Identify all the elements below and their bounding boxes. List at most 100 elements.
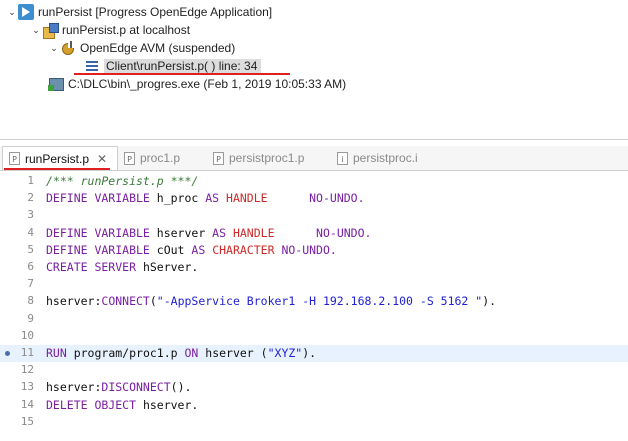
launch-label: runPersist [Progress OpenEdge Applicatio… (38, 5, 273, 19)
code-text: DELETE OBJECT hserver. (46, 398, 198, 412)
process-label: C:\DLC\bin\_progres.exe (Feb 1, 2019 10:… (68, 77, 347, 91)
code-token: HANDLE (226, 225, 275, 240)
code-token: RUN (46, 346, 67, 360)
line-number: 11 (20, 346, 34, 359)
line-number: 9 (27, 311, 34, 325)
tree-process-row[interactable]: C:\DLC\bin\_progres.exe (Feb 1, 2019 10:… (48, 75, 346, 93)
code-line[interactable]: 12 (0, 362, 628, 379)
line-number: 8 (27, 294, 34, 308)
code-token: hserver ( (198, 346, 268, 360)
code-token: (). (170, 380, 192, 395)
code-token: CHARACTER (205, 242, 275, 257)
code-text: /*** runPersist.p ***/ (46, 174, 198, 188)
tree-avm-row[interactable]: ⌄ OpenEdge AVM (suspended) (48, 39, 235, 57)
code-line[interactable]: 10 (0, 328, 628, 345)
code-token: NO-UNDO. (316, 225, 372, 240)
annotation-underline (4, 168, 110, 170)
suspended-thread-icon (60, 40, 76, 56)
code-token: cOut (149, 242, 192, 257)
tab-label: persistproc1.p (229, 151, 305, 165)
code-token: hserver (149, 225, 213, 240)
line-number: 12 (20, 363, 34, 377)
code-token: hServer. (136, 260, 199, 274)
code-text: RUN program/proc1.p ON hserver ("XYZ"). (46, 346, 316, 360)
code-line[interactable]: 15 (0, 414, 628, 431)
code-text: hserver:CONNECT("-AppService Broker1 -H … (46, 294, 496, 308)
progress-file-icon: P (124, 151, 135, 165)
code-line[interactable]: 14 DELETE OBJECT hserver. (0, 397, 628, 414)
code-token: DEFINE VARIABLE (46, 242, 150, 257)
launch-icon (18, 4, 34, 20)
code-token: AS (205, 191, 220, 206)
process-icon (48, 76, 64, 92)
code-token: hserver. (136, 397, 199, 412)
tab-runpersist[interactable]: P runPersist.p ✕ (2, 146, 118, 170)
code-line[interactable]: 6 CREATE SERVER hServer. (0, 259, 628, 276)
code-token: ). (302, 346, 317, 360)
tab-label: persistproc.i (353, 151, 418, 165)
close-icon[interactable]: ✕ (97, 152, 107, 166)
line-number: 10 (20, 328, 34, 342)
code-token: hserver: (46, 294, 102, 309)
code-token: ( (149, 294, 157, 309)
code-token: DEFINE VARIABLE (46, 191, 150, 206)
tab-label: proc1.p (140, 151, 181, 165)
line-number: 5 (27, 242, 34, 256)
debug-target-icon (42, 22, 59, 39)
code-line[interactable]: 8 hserver:CONNECT("-AppService Broker1 -H… (0, 293, 628, 310)
code-text: DEFINE VARIABLE cOut AS CHARACTER NO-UND… (46, 243, 337, 257)
code-text: hserver:DISCONNECT(). (46, 380, 191, 394)
code-line[interactable]: 3 (0, 207, 628, 224)
code-token: CREATE SERVER (46, 260, 137, 274)
code-token: /*** runPersist.p ***/ (46, 174, 199, 188)
code-token: DEFINE VARIABLE (46, 225, 150, 240)
code-line[interactable]: 4 DEFINE VARIABLE hserver AS HANDLE NO-UN… (0, 225, 628, 242)
code-token: DELETE OBJECT (46, 397, 137, 412)
code-token: HANDLE (219, 191, 268, 206)
code-editor[interactable]: 1 /*** runPersist.p ***/ 2 DEFINE VARIABLE … (0, 171, 628, 441)
line-number: 14 (20, 397, 34, 411)
code-token: "XYZ" (267, 346, 303, 360)
code-token: h_proc (149, 191, 206, 206)
code-line[interactable]: 5 DEFINE VARIABLE cOut AS CHARACTER NO-UN… (0, 242, 628, 259)
code-token: DISCONNECT (101, 380, 171, 395)
collapse-toggle-icon[interactable]: ⌄ (6, 7, 18, 18)
code-token: program/proc1.p (66, 346, 185, 360)
line-number: 7 (27, 277, 34, 291)
view-divider (0, 139, 628, 140)
tree-launch-row[interactable]: ⌄ runPersist [Progress OpenEdge Applicat… (6, 3, 272, 21)
tab-persistproc-i[interactable]: i persistproc.i (331, 146, 418, 170)
progress-file-icon: P (9, 152, 20, 165)
include-file-icon: i (337, 151, 348, 165)
line-number: 6 (27, 260, 34, 273)
line-number: 2 (27, 191, 34, 205)
code-token: ). (482, 294, 497, 309)
code-line[interactable]: 11 RUN program/proc1.p ON hserver ("XYZ")… (0, 345, 628, 362)
code-line[interactable]: 1 /*** runPersist.p ***/ (0, 173, 628, 190)
tab-label: runPersist.p (25, 151, 90, 166)
progress-file-icon: P (213, 151, 224, 165)
collapse-toggle-icon[interactable]: ⌄ (30, 25, 42, 36)
tab-persistproc1[interactable]: P persistproc1.p (207, 146, 304, 170)
line-number: 13 (20, 380, 34, 394)
code-line[interactable]: 13 hserver:DISCONNECT(). (0, 379, 628, 396)
code-token: hserver: (46, 380, 102, 395)
line-number: 15 (20, 414, 34, 428)
line-number: 3 (27, 208, 34, 222)
stack-frame-label: Client\runPersist.p( ) line: 34 (104, 59, 262, 73)
code-line[interactable]: 2 DEFINE VARIABLE h_proc AS HANDLE NO-UND… (0, 190, 628, 207)
line-number: 1 (27, 174, 34, 187)
code-line[interactable]: 7 (0, 276, 628, 293)
code-token: ON (184, 346, 199, 360)
code-text: DEFINE VARIABLE hserver AS HANDLE NO-UND… (46, 226, 371, 240)
collapse-toggle-icon[interactable]: ⌄ (48, 43, 60, 54)
code-token: "-AppService Broker1 -H 192.168.2.100 -S… (156, 294, 483, 309)
tree-target-row[interactable]: ⌄ runPersist.p at localhost (30, 21, 190, 39)
code-line[interactable]: 9 (0, 311, 628, 328)
code-text: CREATE SERVER hServer. (46, 260, 198, 274)
tab-proc1[interactable]: P proc1.p (118, 146, 180, 170)
debug-view: ⌄ runPersist [Progress OpenEdge Applicat… (0, 0, 628, 140)
code-token: AS (212, 225, 227, 240)
